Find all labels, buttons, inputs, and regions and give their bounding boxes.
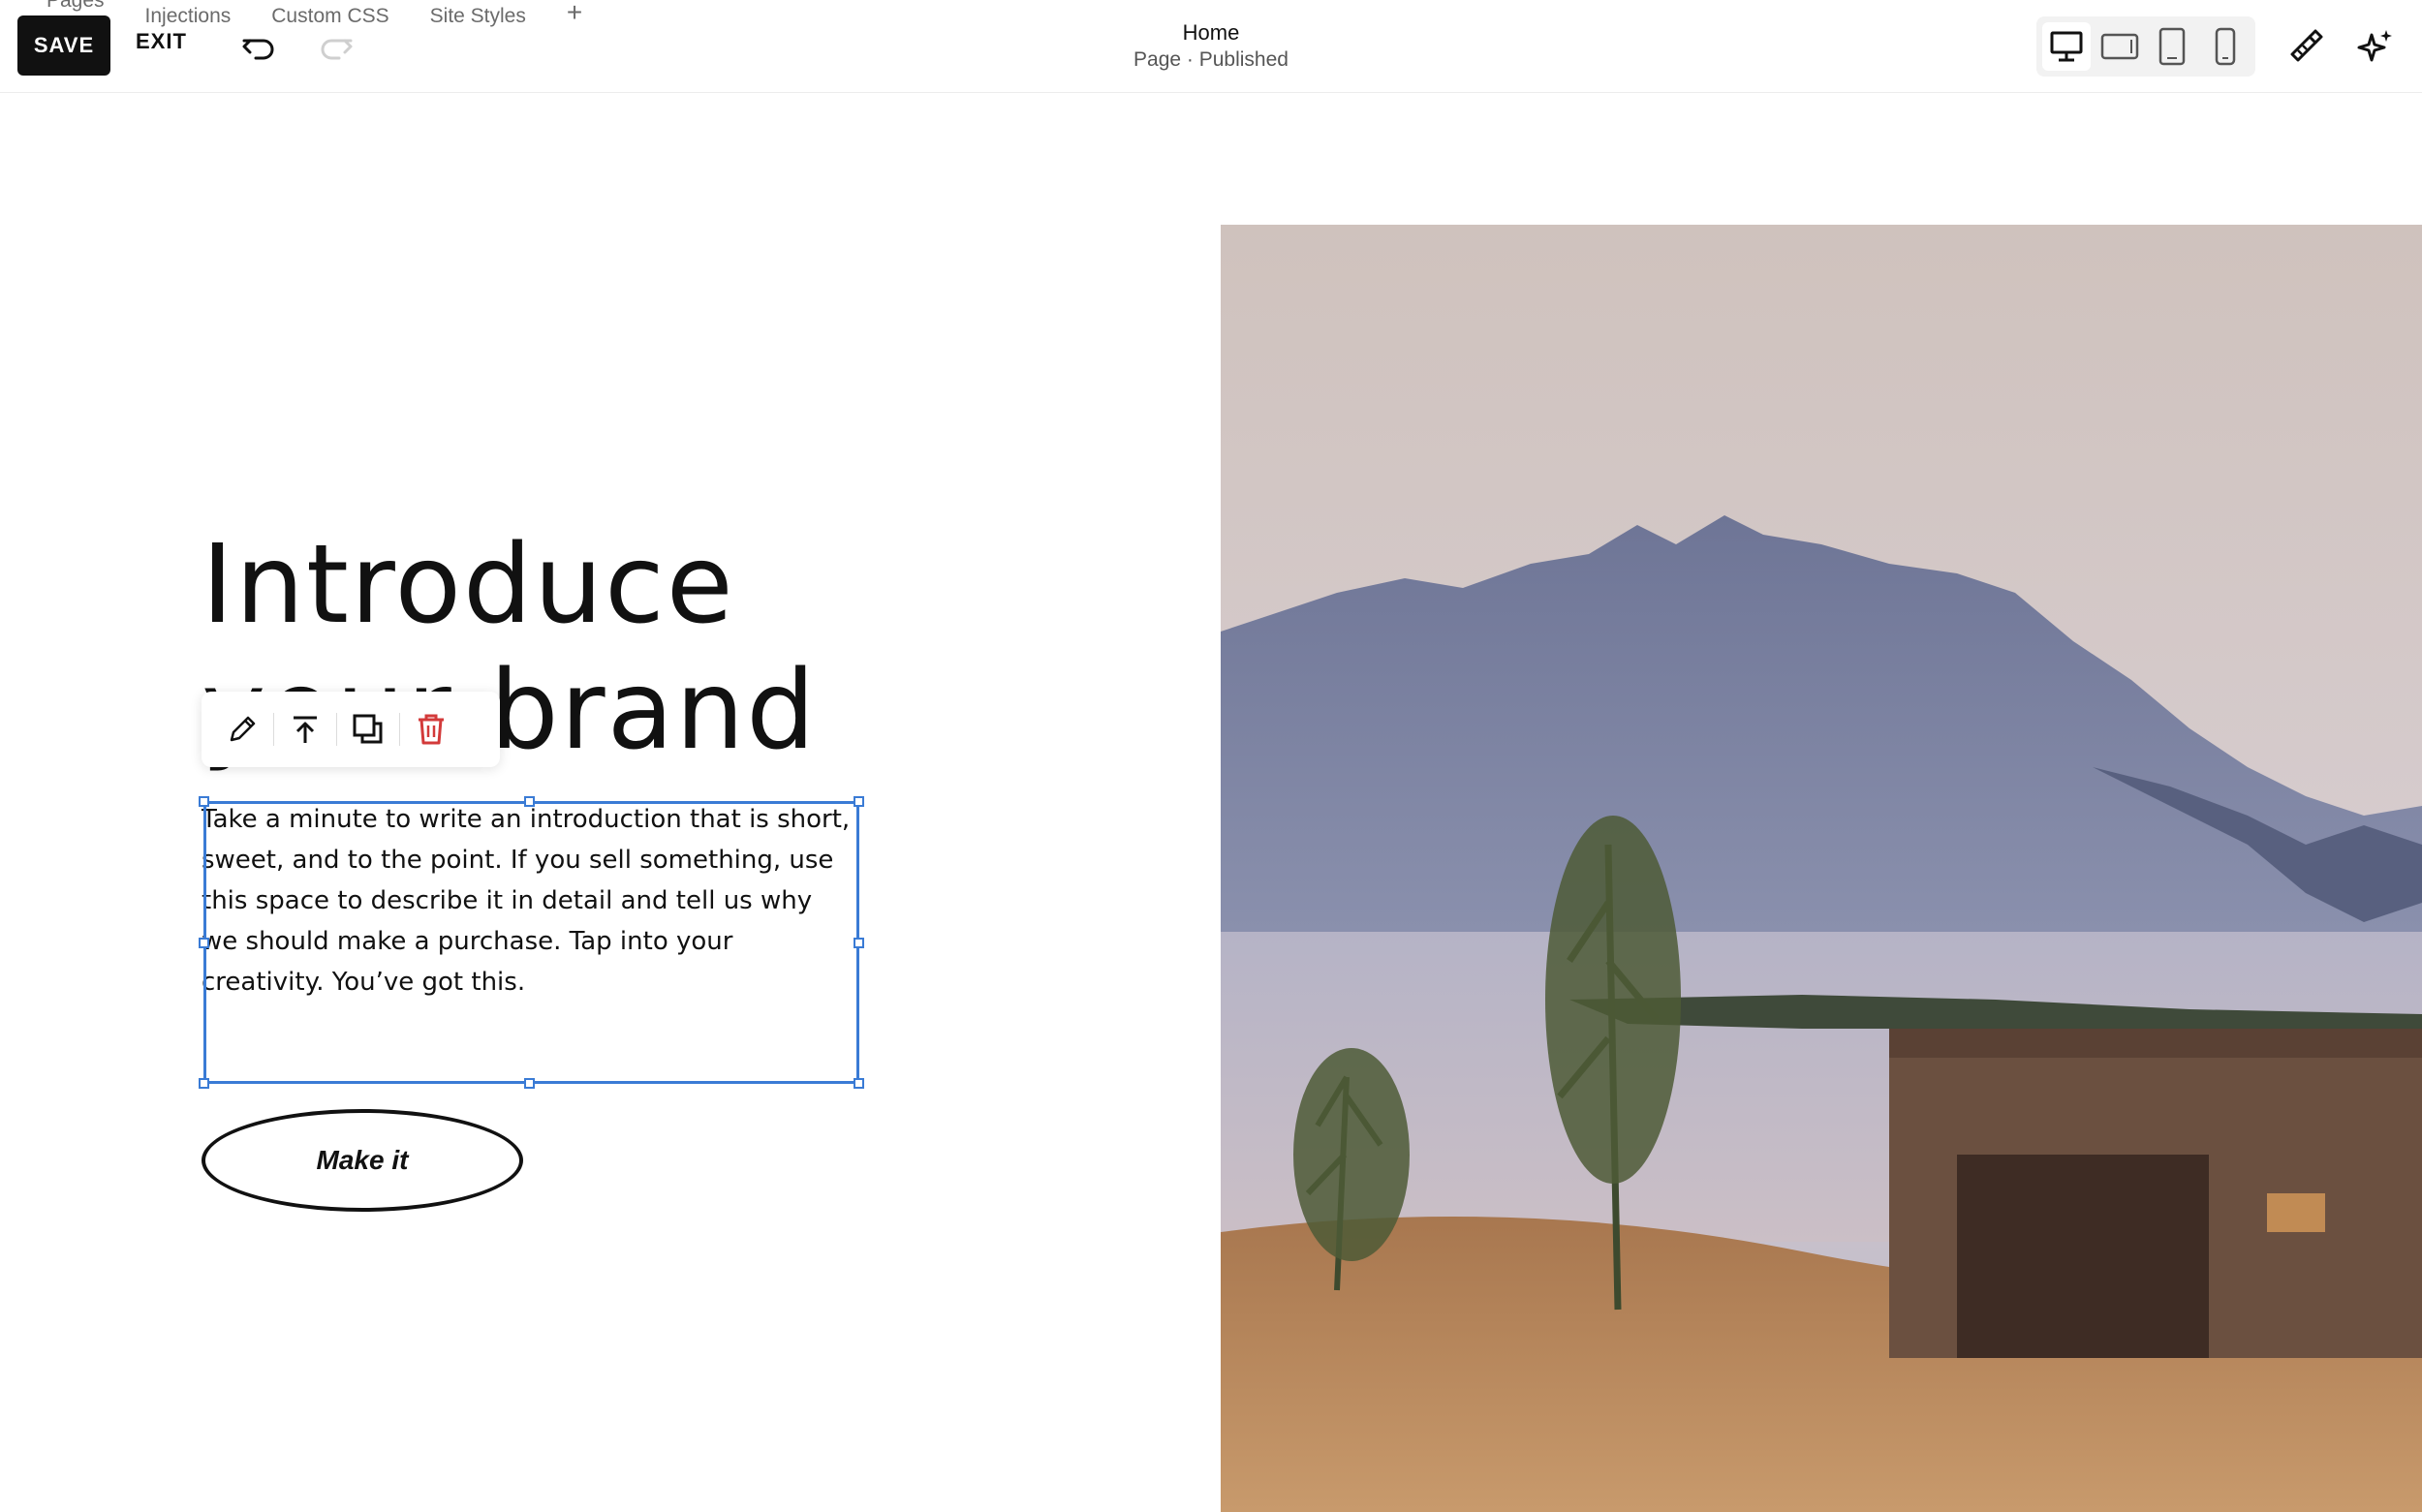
page-canvas: Introduce your brand Take a minute to wr…: [0, 94, 2422, 1512]
sparkle-icon[interactable]: [2354, 25, 2397, 68]
editor-toolbar: Pages Injections Custom CSS Site Styles …: [0, 0, 2422, 93]
desktop-view-button[interactable]: [2042, 22, 2092, 71]
resize-handle-left[interactable]: [199, 938, 209, 948]
resize-handle-bottom-left[interactable]: [199, 1078, 209, 1089]
resize-handle-top-right[interactable]: [854, 796, 864, 807]
arrow-up-to-line-icon: [294, 716, 317, 743]
pencil-icon: [230, 716, 256, 742]
mobile-view-button[interactable]: [2201, 22, 2250, 71]
tablet-landscape-view-button[interactable]: [2096, 22, 2144, 71]
text-block-selection: [199, 796, 864, 1089]
duplicate-block-button[interactable]: [337, 700, 399, 758]
page-title: Home: [1182, 20, 1240, 45]
move-to-top-button[interactable]: [274, 700, 336, 758]
resize-handle-right[interactable]: [854, 938, 864, 948]
desktop-icon: [2050, 31, 2083, 62]
delete-block-button[interactable]: [400, 700, 462, 758]
device-view-switcher: [2036, 16, 2255, 77]
block-toolbar: [202, 692, 500, 767]
landscape-photo: [1221, 225, 2422, 1512]
tab-injections[interactable]: Injections: [145, 0, 232, 33]
paint-brush-icon[interactable]: [2284, 25, 2327, 68]
tablet-landscape-icon: [2100, 33, 2138, 60]
exit-button[interactable]: EXIT: [136, 29, 187, 54]
add-tab-button[interactable]: +: [567, 0, 582, 29]
mobile-icon: [2215, 27, 2235, 66]
trash-icon: [419, 714, 444, 745]
duplicate-icon: [353, 714, 383, 744]
undo-icon[interactable]: [240, 27, 279, 66]
hero-image[interactable]: [1221, 225, 2422, 1512]
resize-handle-bottom[interactable]: [524, 1078, 535, 1089]
headline-line-1: Introduce: [202, 522, 735, 648]
tab-site-styles[interactable]: Site Styles: [430, 0, 526, 33]
resize-handle-bottom-right[interactable]: [854, 1078, 864, 1089]
page-status: Page · Published: [1133, 48, 1289, 71]
tablet-portrait-view-button[interactable]: [2148, 22, 2196, 71]
resize-handle-top[interactable]: [524, 796, 535, 807]
resize-handle-top-left[interactable]: [199, 796, 209, 807]
redo-icon: [321, 39, 353, 60]
edit-block-button[interactable]: [211, 700, 273, 758]
page-info[interactable]: Home Page · Published: [1017, 19, 1405, 74]
tablet-portrait-icon: [2159, 27, 2186, 66]
cta-button[interactable]: Make it: [202, 1109, 523, 1212]
save-button[interactable]: SAVE: [17, 15, 110, 76]
